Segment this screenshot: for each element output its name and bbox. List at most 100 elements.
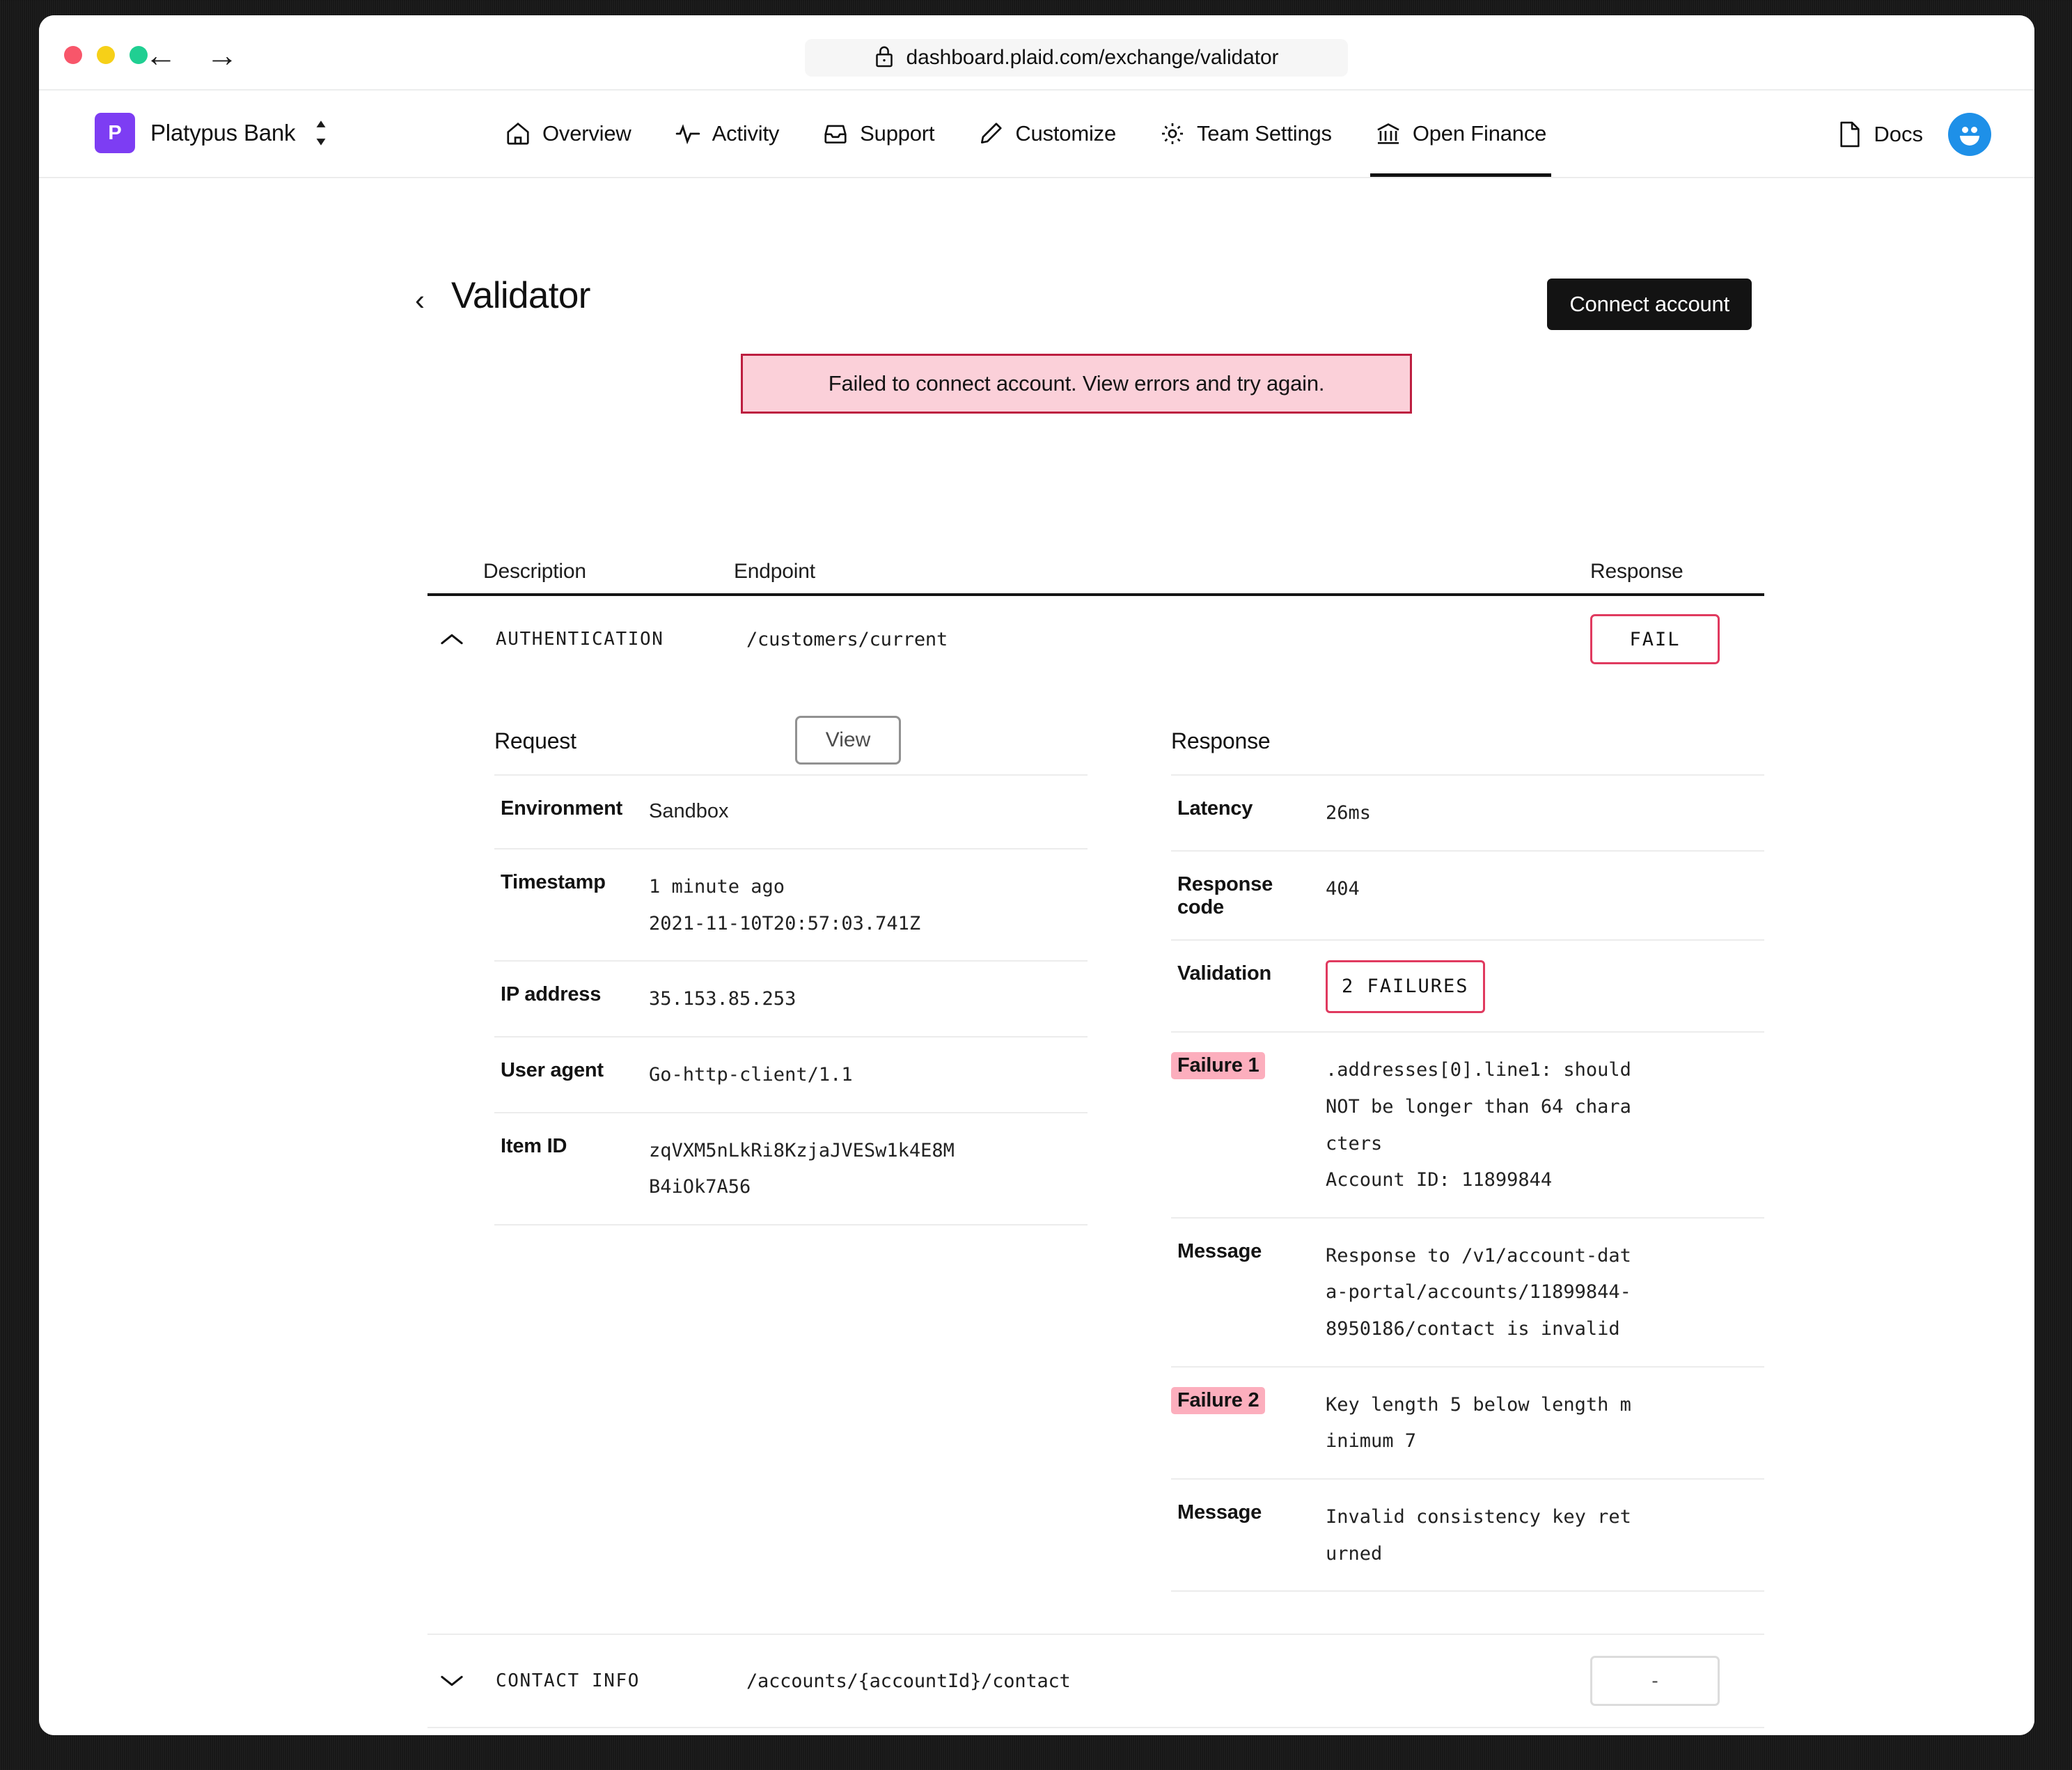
activity-pulse-icon bbox=[675, 120, 701, 147]
message-2-value: Invalid consistency key returned bbox=[1326, 1506, 1631, 1565]
item-id-value: zqVXM5nLkRi8KzjaJVESw1k4E8MB4iOk7A56 bbox=[649, 1139, 955, 1198]
chevron-left-icon[interactable]: ‹ bbox=[415, 285, 425, 315]
table-row[interactable]: LIST ACCOUNTS /accounts - bbox=[427, 1728, 1764, 1735]
inbox-icon bbox=[822, 120, 849, 147]
user-agent-label: User agent bbox=[501, 1058, 604, 1081]
validation-value: 2 FAILURES bbox=[1326, 960, 1485, 1014]
row-detail-panel: Request View Environment Sandbox Timesta… bbox=[427, 682, 1764, 1636]
response-failure-2-row: Failure 2 Key length 5 below length mini… bbox=[1171, 1365, 1764, 1478]
response-code-value: 404 bbox=[1326, 877, 1360, 900]
url-text: dashboard.plaid.com/exchange/validator bbox=[906, 46, 1279, 69]
page-header: ‹ Validator Connect account bbox=[39, 273, 2034, 336]
pencil-icon bbox=[978, 120, 1004, 147]
response-message-1-row: Message Response to /v1/account-data-por… bbox=[1171, 1216, 1764, 1366]
timestamp-relative: 1 minute ago bbox=[649, 876, 785, 898]
chevron-updown-icon bbox=[313, 118, 329, 148]
row-endpoint: /accounts/{accountId}/contact bbox=[746, 1670, 1071, 1692]
nav-item-overview[interactable]: Overview bbox=[483, 91, 653, 177]
nav-item-support[interactable]: Support bbox=[801, 91, 956, 177]
message-2-label: Message bbox=[1177, 1501, 1262, 1524]
browser-navigation: ← → bbox=[145, 39, 238, 71]
row-response: FAIL bbox=[1590, 614, 1764, 664]
failure-2-text: Key length 5 below length minimum 7 bbox=[1326, 1393, 1631, 1452]
nav-label: Overview bbox=[542, 121, 631, 146]
collapse-row-icon[interactable] bbox=[427, 632, 496, 647]
response-latency-row: Latency 26ms bbox=[1171, 774, 1764, 850]
field-label: Environment bbox=[494, 795, 649, 830]
connect-account-button[interactable]: Connect account bbox=[1547, 279, 1752, 330]
response-message-2-row: Message Invalid consistency key returned bbox=[1171, 1478, 1764, 1590]
row-endpoint: /customers/current bbox=[746, 628, 948, 650]
status-badge-none[interactable]: - bbox=[1590, 1656, 1720, 1707]
page-title: Validator bbox=[451, 275, 590, 316]
nav-item-open-finance[interactable]: Open Finance bbox=[1353, 91, 1568, 177]
failure-2-label: Failure 2 bbox=[1171, 1386, 1266, 1414]
request-timestamp-row: Timestamp 1 minute ago 2021-11-10T20:57:… bbox=[494, 848, 1088, 960]
window-controls bbox=[64, 46, 148, 64]
response-code-row: Response code 404 bbox=[1171, 849, 1764, 939]
field-label: Failure 1 bbox=[1171, 1052, 1326, 1199]
latency-value: 26ms bbox=[1326, 802, 1372, 824]
field-label: Failure 2 bbox=[1171, 1386, 1326, 1460]
docs-link[interactable]: Docs bbox=[1837, 120, 1923, 148]
field-label: Item ID bbox=[494, 1133, 649, 1206]
error-banner-text: Failed to connect account. View errors a… bbox=[828, 371, 1325, 395]
field-label: Response code bbox=[1171, 871, 1326, 921]
request-user-agent-row: User agent Go-http-client/1.1 bbox=[494, 1035, 1088, 1112]
expand-row-icon[interactable] bbox=[427, 1673, 496, 1689]
nav-item-team-settings[interactable]: Team Settings bbox=[1138, 91, 1353, 177]
request-title: Request bbox=[494, 728, 576, 753]
nav-item-customize[interactable]: Customize bbox=[956, 91, 1138, 177]
nav-label: Customize bbox=[1015, 121, 1116, 146]
address-bar[interactable]: dashboard.plaid.com/exchange/validator bbox=[805, 39, 1348, 77]
column-header-endpoint: Endpoint bbox=[734, 560, 815, 583]
failure-1-account-id: Account ID: 11899844 bbox=[1326, 1169, 1553, 1191]
smiley-avatar[interactable] bbox=[1948, 113, 1991, 156]
validation-failures-badge[interactable]: 2 FAILURES bbox=[1326, 960, 1485, 1014]
column-header-description: Description bbox=[483, 560, 586, 583]
status-badge-fail[interactable]: FAIL bbox=[1590, 614, 1720, 664]
gear-icon bbox=[1159, 120, 1186, 147]
field-label: Validation bbox=[1171, 960, 1326, 1014]
row-response: - bbox=[1590, 1656, 1764, 1707]
field-label: IP address bbox=[494, 981, 649, 1018]
response-validation-row: Validation 2 FAILURES bbox=[1171, 939, 1764, 1032]
request-item-id-row: Item ID zqVXM5nLkRi8KzjaJVESw1k4E8MB4iOk… bbox=[494, 1111, 1088, 1224]
environment-label: Environment bbox=[501, 797, 623, 820]
brand-logo: P bbox=[95, 113, 135, 153]
close-window-button[interactable] bbox=[64, 46, 82, 64]
forward-button[interactable]: → bbox=[206, 39, 238, 71]
header-right: Docs bbox=[1837, 113, 1991, 156]
environment-value: Sandbox bbox=[649, 800, 729, 822]
latency-label: Latency bbox=[1177, 797, 1253, 820]
table-row[interactable]: CONTACT INFO /accounts/{accountId}/conta… bbox=[427, 1635, 1764, 1729]
timestamp-iso: 2021-11-10T20:57:03.741Z bbox=[649, 912, 921, 934]
validation-label: Validation bbox=[1177, 962, 1271, 985]
field-label: Timestamp bbox=[494, 869, 649, 942]
nav-label: Team Settings bbox=[1197, 121, 1332, 146]
docs-label: Docs bbox=[1874, 122, 1923, 146]
column-header-response: Response bbox=[1590, 560, 1684, 583]
back-button[interactable]: ← bbox=[145, 39, 177, 71]
request-ip-row: IP address 35.153.85.253 bbox=[494, 960, 1088, 1036]
item-id-label: Item ID bbox=[501, 1134, 567, 1157]
nav-item-activity[interactable]: Activity bbox=[653, 91, 801, 177]
view-request-button[interactable]: View bbox=[795, 716, 901, 765]
response-panel-header: Response bbox=[1171, 707, 1764, 774]
user-agent-value: Go-http-client/1.1 bbox=[649, 1063, 853, 1086]
ip-address-value: 35.153.85.253 bbox=[649, 988, 796, 1010]
table-row[interactable]: AUTHENTICATION /customers/current FAIL bbox=[427, 596, 1764, 682]
field-label: User agent bbox=[494, 1057, 649, 1094]
timestamp-value: 1 minute ago 2021-11-10T20:57:03.741Z bbox=[649, 869, 920, 942]
field-label: Message bbox=[1171, 1499, 1326, 1572]
message-1-value: Response to /v1/account-data-portal/acco… bbox=[1326, 1244, 1631, 1340]
org-switcher[interactable]: P Platypus Bank bbox=[95, 113, 329, 153]
response-panel: Response Latency 26ms Response code 404 … bbox=[1171, 707, 1764, 1592]
row-description: AUTHENTICATION bbox=[496, 629, 664, 650]
error-banner: Failed to connect account. View errors a… bbox=[741, 354, 1412, 414]
ip-address-label: IP address bbox=[501, 983, 602, 1006]
failure-1-value: .addresses[0].line1: should NOT be longe… bbox=[1326, 1052, 1635, 1199]
nav-label: Support bbox=[860, 121, 935, 146]
minimize-window-button[interactable] bbox=[97, 46, 115, 64]
validator-table: Description Endpoint Response AUTHENTICA… bbox=[427, 539, 1764, 1735]
